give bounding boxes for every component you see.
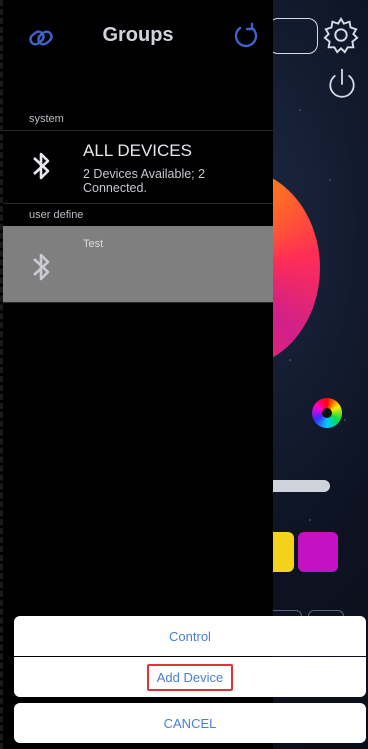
section-label-user-define: user define — [29, 209, 84, 221]
group-title: ALL DEVICES — [83, 141, 192, 160]
group-subtitle: 2 Devices Available; 2 Connected. — [83, 167, 206, 195]
cancel-button[interactable]: CANCEL — [14, 703, 366, 743]
bluetooth-icon — [33, 152, 50, 180]
group-row-test[interactable]: Test — [3, 226, 273, 303]
mode-toggle[interactable] — [268, 18, 318, 54]
power-icon[interactable] — [324, 66, 360, 102]
action-sheet: Control Add Device CANCEL — [14, 616, 366, 747]
add-device-label: Add Device — [146, 663, 234, 691]
action-sheet-options: Control Add Device — [14, 616, 366, 697]
bluetooth-icon — [33, 253, 50, 281]
gear-icon[interactable] — [322, 16, 360, 54]
color-picker-icon[interactable] — [312, 398, 342, 428]
control-label: Control — [169, 628, 211, 644]
brightness-slider[interactable] — [268, 480, 330, 492]
cancel-label: CANCEL — [163, 715, 217, 731]
drawer-header: Groups — [3, 0, 273, 70]
section-label-system: system — [3, 108, 273, 131]
group-title: Test — [83, 238, 104, 250]
refresh-icon[interactable] — [231, 22, 261, 52]
color-swatch-purple[interactable] — [298, 532, 338, 572]
add-device-button[interactable]: Add Device — [14, 657, 366, 697]
control-button[interactable]: Control — [14, 616, 366, 656]
group-row-all-devices[interactable]: ALL DEVICES 2 Devices Available; 2 Conne… — [3, 131, 273, 204]
